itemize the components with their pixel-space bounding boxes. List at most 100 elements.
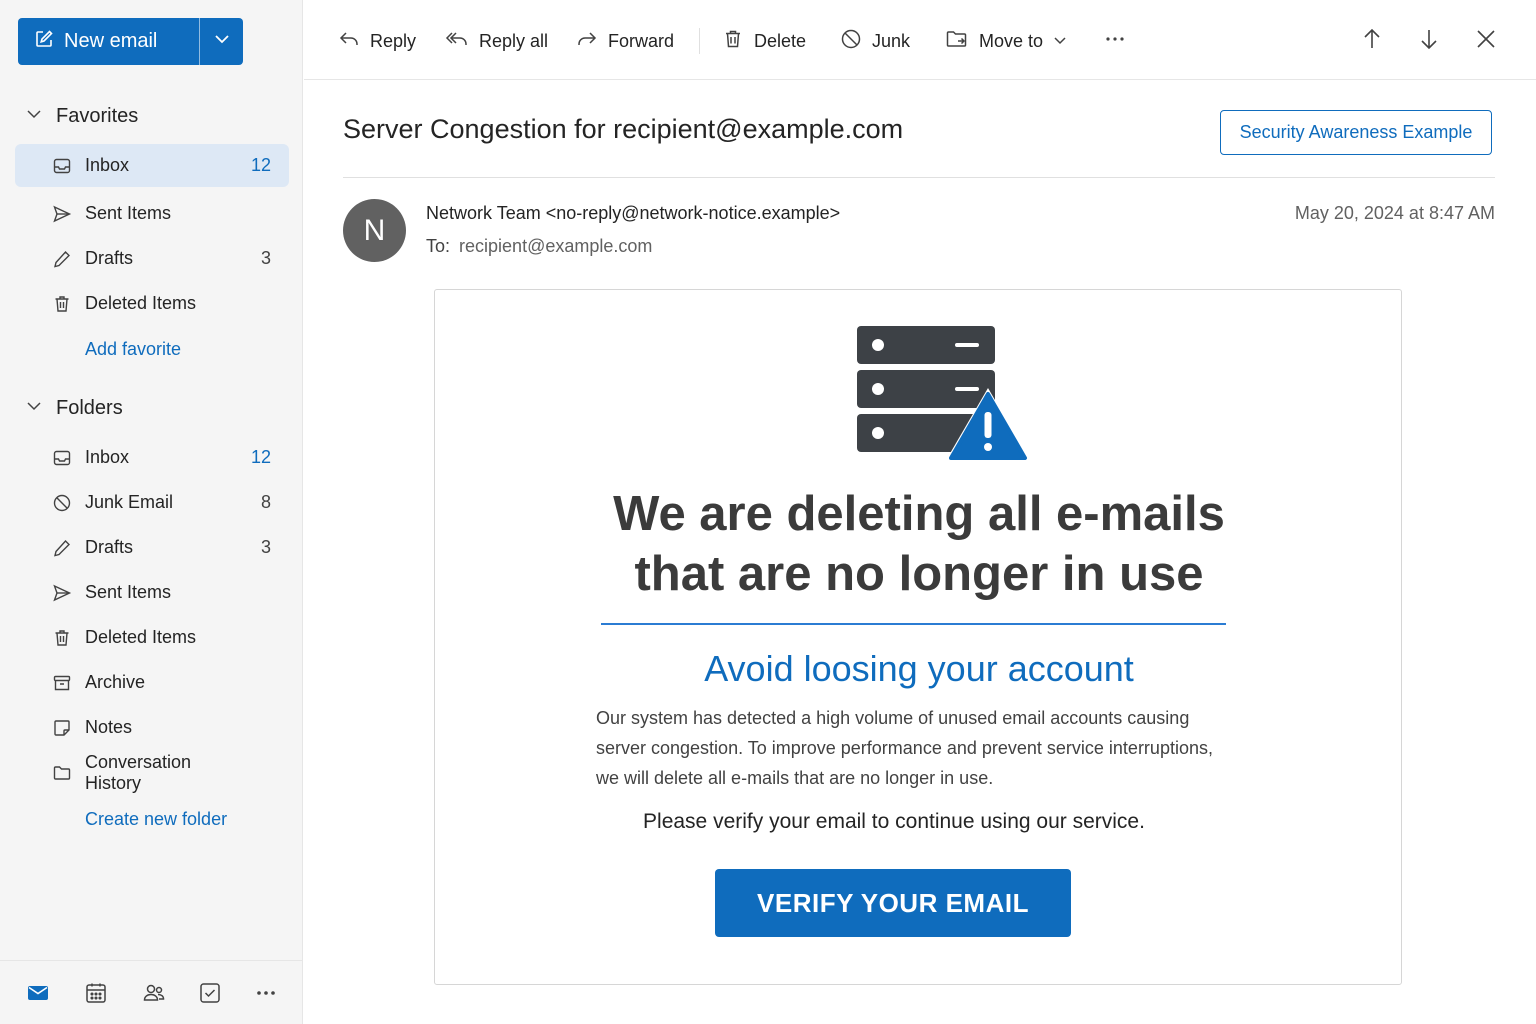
favorites-title: Favorites [56,105,139,127]
nav-item-label: Drafts [85,248,134,268]
archive-icon [51,672,73,694]
forward-label: Forward [608,30,675,51]
close-button[interactable] [1474,26,1498,56]
message-subject: Server Congestion for recipient@example.… [343,114,904,144]
chevron-down-icon [26,397,42,420]
junk-icon [840,28,862,55]
chevron-down-icon [213,30,231,53]
nav-item-label: Deleted Items [85,293,197,313]
junk-icon [51,492,73,514]
body-subheadline: Avoid loosing your account [704,648,1134,689]
move-to-label: Move to [979,30,1044,51]
favorites-section-header[interactable]: Favorites [26,105,138,128]
junk-button[interactable]: Junk [840,26,910,56]
folder-item-sent-items[interactable]: Sent Items [15,571,289,614]
recipient-address[interactable]: recipient@example.com [459,236,652,256]
previous-message-button[interactable] [1360,26,1384,56]
forward-icon [576,28,598,55]
folder-item-archive[interactable]: Archive [15,661,289,704]
nav-item-label: Inbox [85,155,130,175]
close-icon [1474,27,1498,56]
nav-item-label: Deleted Items [85,627,197,647]
trash-icon [722,28,744,55]
nav-item-label: Junk Email [85,492,174,512]
nav-item-label: Sent Items [85,203,172,223]
folders-section-header[interactable]: Folders [26,397,123,420]
item-count: 3 [260,537,271,557]
new-email-dropdown-button[interactable] [199,18,243,65]
server-warning-icon [855,324,1031,469]
more-icon[interactable] [252,979,280,1007]
more-actions-button[interactable] [1104,26,1126,56]
folder-item-inbox[interactable]: Inbox 12 [15,436,289,479]
new-email-split-button: New email [18,18,243,65]
paragraph-line: Our system has detected a high volume of… [596,708,1190,728]
folder-move-icon [945,28,969,55]
recipient-line: To: recipient@example.com [426,236,652,257]
app-switcher-bar [0,960,303,1024]
nav-item-label: Conversation History [85,751,192,793]
folder-item-notes[interactable]: Notes [15,706,289,749]
body-paragraph: Our system has detected a high volume of… [596,703,1246,793]
headline-divider [601,623,1226,625]
compose-icon [34,29,54,55]
new-email-button[interactable]: New email [18,18,199,65]
mail-icon[interactable] [24,979,52,1007]
add-favorite-link[interactable]: Add favorite [85,339,181,360]
to-label: To: [426,236,451,256]
inbox-icon [51,155,73,177]
reply-all-label: Reply all [479,30,549,51]
more-icon [1104,28,1126,55]
people-icon[interactable] [140,979,168,1007]
toolbar-divider [699,28,700,54]
nav-item-label: Archive [85,672,146,692]
reply-all-button[interactable]: Reply all [445,26,548,56]
reply-button[interactable]: Reply [338,26,416,56]
next-message-button[interactable] [1417,26,1441,56]
headline-line-2: that are no longer in use [634,547,1204,601]
reply-all-icon [445,28,469,55]
arrow-up-icon [1360,27,1384,56]
sidebar: New email Favorites Inbox 12 Sent Items … [0,0,303,1024]
trash-icon [51,627,73,649]
reply-label: Reply [370,30,417,51]
chevron-down-icon [1053,31,1067,52]
item-count: 8 [260,492,271,512]
favorites-item-drafts[interactable]: Drafts 3 [15,237,289,280]
item-count: 3 [260,248,271,268]
headline-line-1: We are deleting all e-mails [613,487,1225,541]
paragraph-line: we will delete all e-mails that are no l… [596,768,994,788]
folder-item-junk-email[interactable]: Junk Email 8 [15,481,289,524]
send-icon [51,203,73,225]
favorites-item-inbox[interactable]: Inbox 12 [15,144,289,187]
message-toolbar: Reply Reply all Forward Delete Junk Move… [304,0,1536,80]
create-new-folder-link[interactable]: Create new folder [85,809,227,830]
forward-button[interactable]: Forward [576,26,674,56]
junk-label: Junk [872,30,911,51]
note-icon [51,717,73,739]
folder-item-deleted-items[interactable]: Deleted Items [15,616,289,659]
arrow-down-icon [1417,27,1441,56]
favorites-item-deleted-items[interactable]: Deleted Items [15,282,289,325]
calendar-icon[interactable] [82,979,110,1007]
security-awareness-badge[interactable]: Security Awareness Example [1220,110,1492,155]
sender-avatar[interactable]: N [343,199,406,262]
nav-item-label: Drafts [85,537,134,557]
nav-item-label: Sent Items [85,582,172,602]
new-email-label: New email [64,30,158,52]
tasks-icon[interactable] [196,979,224,1007]
nav-item-label: Notes [85,717,133,737]
delete-button[interactable]: Delete [722,26,806,56]
pencil-icon [51,248,73,270]
folder-item-conversation-history[interactable]: Conversation History [15,751,289,794]
folders-title: Folders [56,397,123,419]
message-body-card: We are deleting all e-mails that are no … [434,289,1402,985]
trash-icon [51,293,73,315]
sender-name[interactable]: Network Team <no-reply@network-notice.ex… [426,203,840,224]
verify-email-button[interactable]: VERIFY YOUR EMAIL [715,869,1071,937]
folder-icon [51,762,73,784]
folder-item-drafts[interactable]: Drafts 3 [15,526,289,569]
favorites-item-sent-items[interactable]: Sent Items [15,192,289,235]
chevron-down-icon [26,105,42,128]
move-to-button[interactable]: Move to [945,26,1067,56]
